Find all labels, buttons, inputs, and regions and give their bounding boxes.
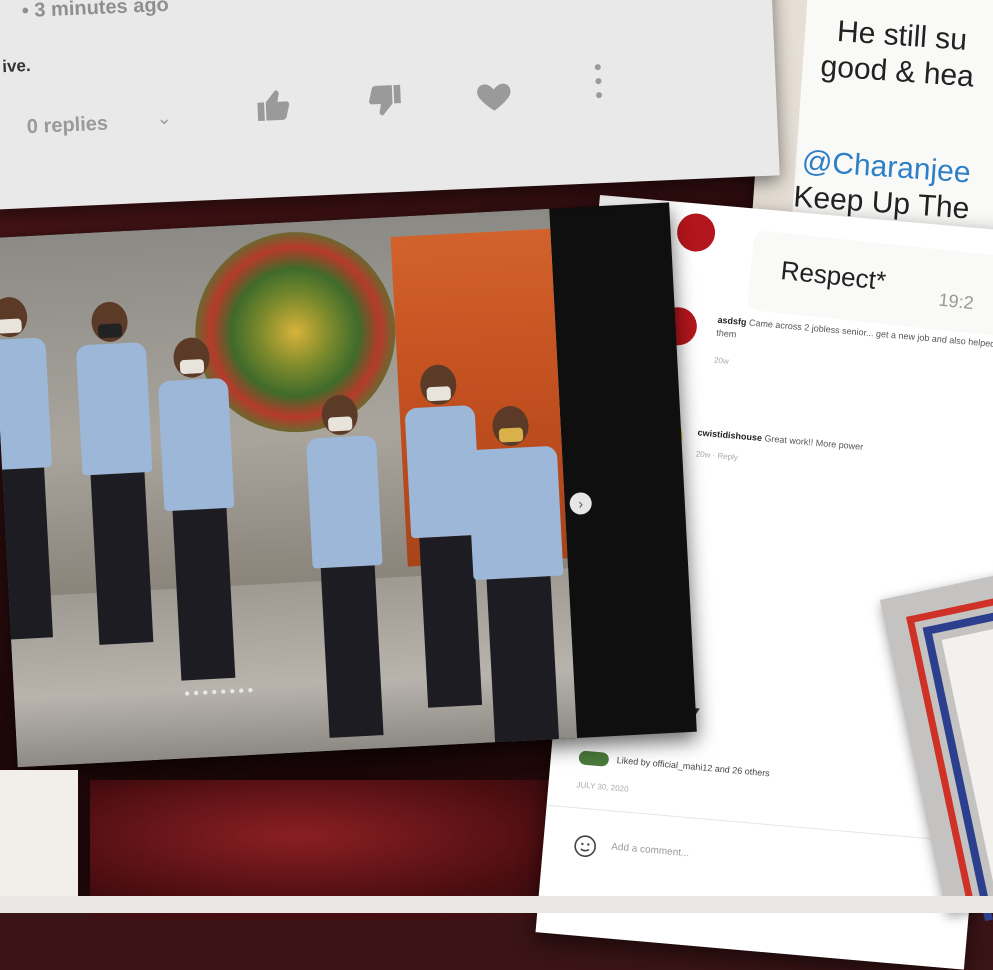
- thumbs-up-icon[interactable]: [253, 84, 295, 126]
- add-comment-input[interactable]: Add a comment...: [611, 841, 690, 859]
- comment-meta: 20w: [713, 355, 730, 366]
- chevron-down-icon[interactable]: ⌄: [156, 108, 172, 130]
- person-figure: [465, 404, 573, 750]
- group-photo-card: ●●●●●●●● ›: [0, 202, 697, 768]
- youtube-comment-card: • 3 minutes ago ive. 0 replies ⌄: [0, 0, 780, 210]
- group-photo[interactable]: ●●●●●●●● ›: [0, 208, 593, 768]
- comment-meta[interactable]: 20w · Reply: [695, 449, 738, 462]
- background-white-paper: [0, 770, 78, 913]
- heart-icon[interactable]: [473, 75, 515, 117]
- person-figure: [0, 295, 61, 641]
- chat-reply-text: Respect*: [779, 255, 888, 296]
- comment-text: ive.: [1, 55, 31, 77]
- liked-by-label: Liked by official_mahi12 and 26 others: [616, 755, 771, 779]
- emoji-icon[interactable]: [572, 833, 598, 859]
- avatar[interactable]: [675, 211, 717, 254]
- comment-timestamp: • 3 minutes ago: [21, 0, 170, 23]
- comment-username[interactable]: asdsfg: [717, 315, 747, 327]
- post-date: JULY 30, 2020: [576, 780, 629, 794]
- comment-body: Great work!! More power: [764, 433, 864, 452]
- replies-toggle[interactable]: 0 replies: [26, 113, 108, 140]
- comment-username[interactable]: cwistidishouse: [697, 427, 762, 443]
- carousel-next-button[interactable]: ›: [569, 491, 593, 516]
- divider: [546, 804, 976, 844]
- more-vertical-icon[interactable]: [593, 61, 605, 101]
- comment-text: cwistidishouse Great work!! More power: [697, 426, 977, 463]
- liked-by-avatars: [578, 750, 610, 767]
- thumbs-down-icon[interactable]: [363, 80, 405, 122]
- liked-by-text[interactable]: Liked by official_mahi12 and 26 others: [578, 750, 938, 795]
- chat-timestamp: 19:2: [937, 289, 975, 314]
- bottom-border: [0, 896, 993, 913]
